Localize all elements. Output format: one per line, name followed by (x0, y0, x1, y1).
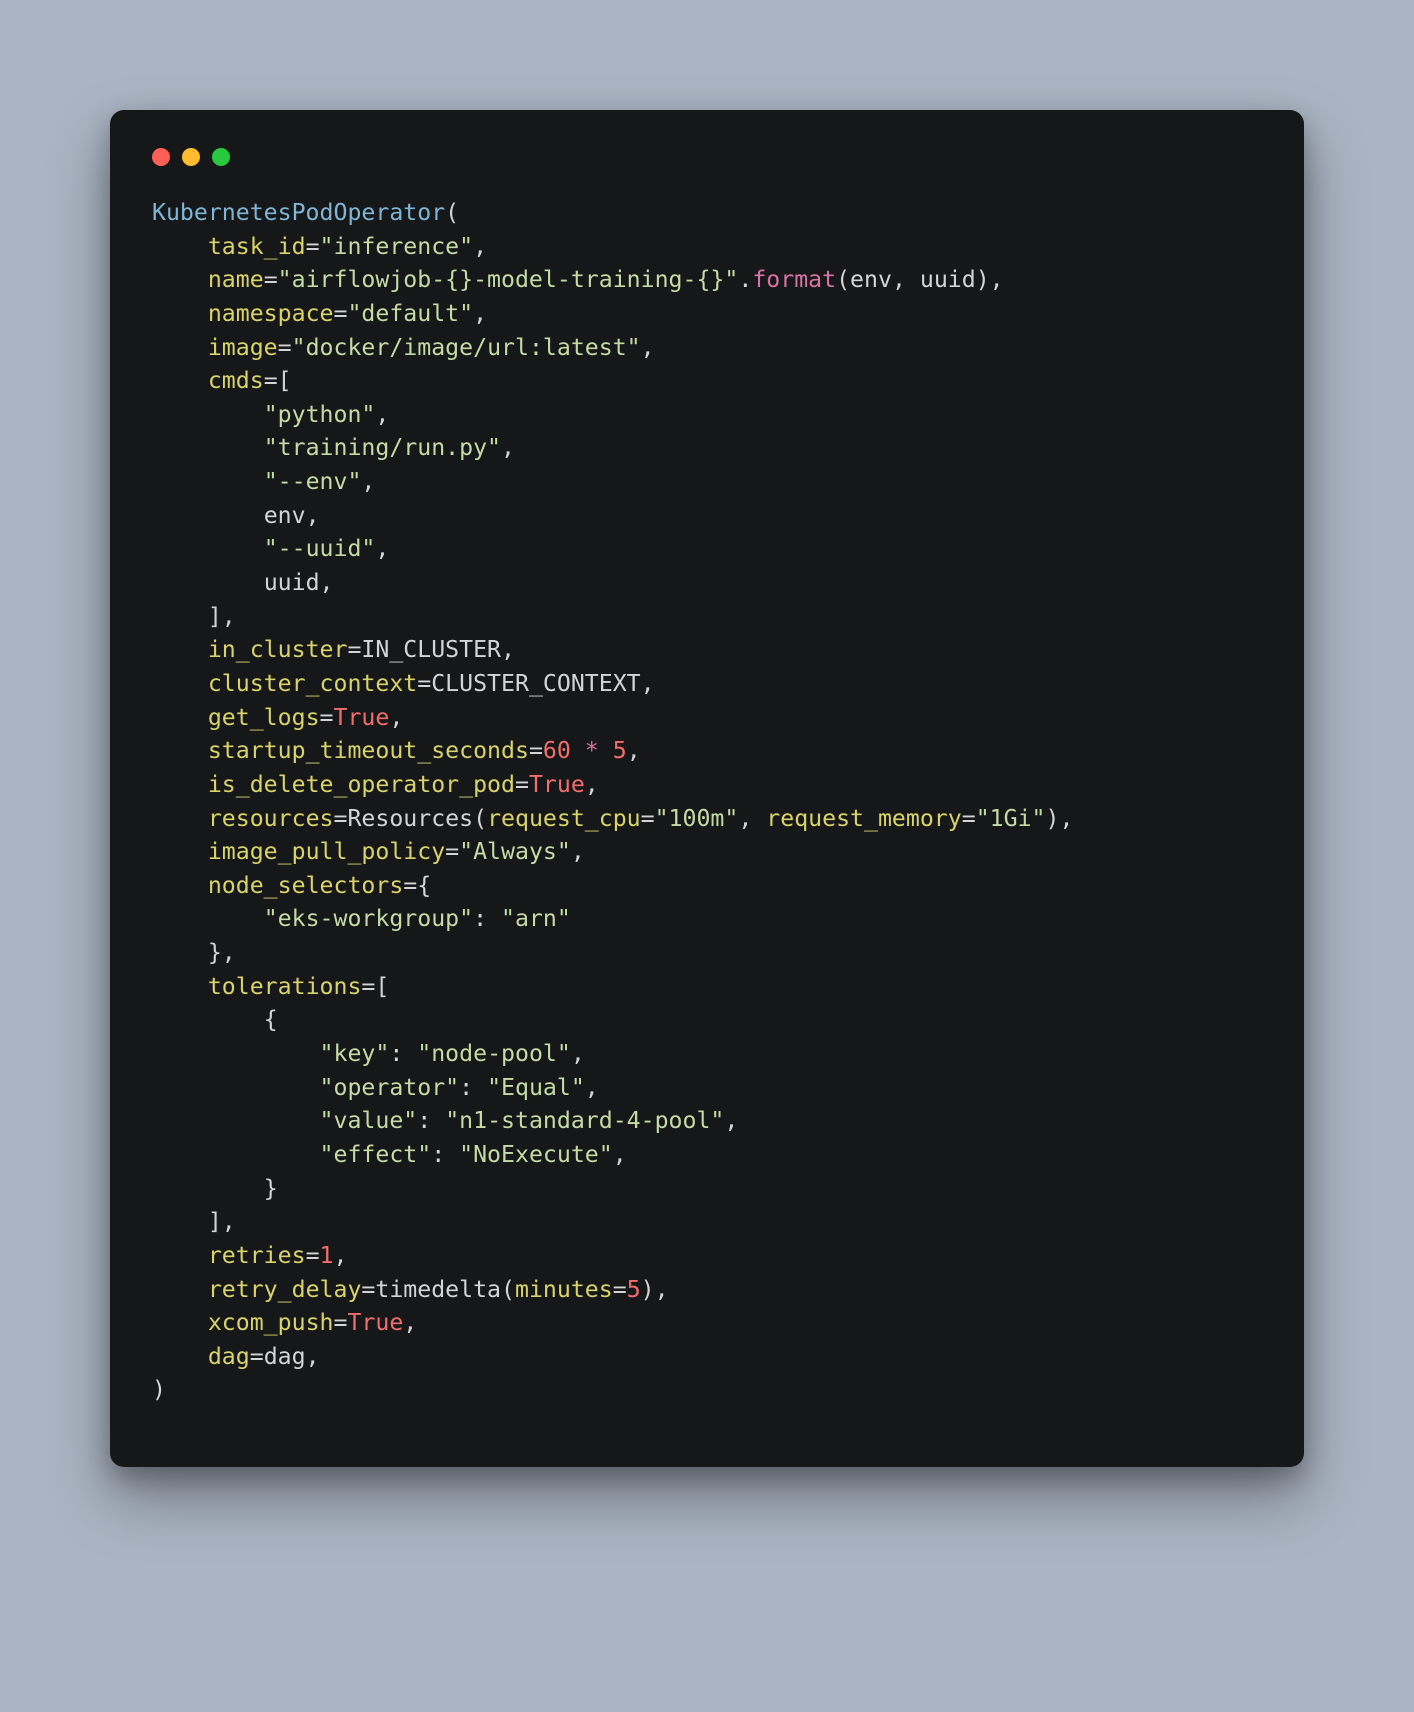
dict-val: "arn" (501, 905, 571, 932)
param-value: IN_CLUSTER (361, 636, 501, 663)
window-close-button[interactable] (152, 148, 170, 166)
dict-key: "value" (320, 1107, 418, 1134)
param-key: image_pull_policy (208, 838, 445, 865)
param-key: cmds (208, 367, 264, 394)
param-key: startup_timeout_seconds (208, 737, 529, 764)
traffic-lights (152, 148, 1262, 166)
param-key: is_delete_operator_pod (208, 771, 515, 798)
code-window: KubernetesPodOperator( task_id="inferenc… (110, 110, 1304, 1467)
param-key: retries (208, 1242, 306, 1269)
list-item: env (264, 502, 306, 529)
param-value: dag (264, 1343, 306, 1370)
string-template: "airflowjob-{}-model-training-{}" (278, 266, 739, 293)
num: 60 (543, 737, 571, 764)
arg: uuid (920, 266, 976, 293)
param-key: xcom_push (208, 1309, 334, 1336)
param-key: get_logs (208, 704, 320, 731)
param-value: "Always" (459, 838, 571, 865)
param-value: True (529, 771, 585, 798)
dict-val: "node-pool" (417, 1040, 571, 1067)
kwarg-val: "1Gi" (976, 805, 1046, 832)
kwarg-key: request_memory (766, 805, 961, 832)
window-minimize-button[interactable] (182, 148, 200, 166)
code-block: KubernetesPodOperator( task_id="inferenc… (152, 196, 1262, 1407)
kwarg-val: "100m" (655, 805, 739, 832)
class-name: KubernetesPodOperator (152, 199, 445, 226)
dict-val: "n1-standard-4-pool" (445, 1107, 724, 1134)
param-key: name (208, 266, 264, 293)
method-name: format (752, 266, 836, 293)
param-key: resources (208, 805, 334, 832)
param-key: task_id (208, 233, 306, 260)
list-item: uuid (264, 569, 320, 596)
list-item: "--env" (264, 468, 362, 495)
num: 5 (613, 737, 627, 764)
kwarg-key: request_cpu (487, 805, 641, 832)
list-item: "python" (264, 401, 376, 428)
dict-val: "Equal" (487, 1074, 585, 1101)
dict-val: "NoExecute" (459, 1141, 613, 1168)
param-value: CLUSTER_CONTEXT (431, 670, 640, 697)
dict-key: "key" (320, 1040, 390, 1067)
kwarg-key: minutes (515, 1276, 613, 1303)
param-key: retry_delay (208, 1276, 362, 1303)
param-value: True (347, 1309, 403, 1336)
param-key: node_selectors (208, 872, 403, 899)
callee: timedelta (375, 1276, 501, 1303)
param-key: tolerations (208, 973, 362, 1000)
list-item: "training/run.py" (264, 434, 501, 461)
param-value: "docker/image/url:latest" (292, 334, 641, 361)
window-zoom-button[interactable] (212, 148, 230, 166)
param-value: "default" (347, 300, 473, 327)
param-key: dag (208, 1343, 250, 1370)
dict-key: "effect" (320, 1141, 432, 1168)
param-value: True (334, 704, 390, 731)
param-value: 1 (320, 1242, 334, 1269)
list-item: "--uuid" (264, 535, 376, 562)
operator: * (585, 737, 599, 764)
param-key: namespace (208, 300, 334, 327)
dict-key: "eks-workgroup" (264, 905, 473, 932)
param-key: image (208, 334, 278, 361)
param-value: "inference" (320, 233, 474, 260)
kwarg-val: 5 (627, 1276, 641, 1303)
dict-key: "operator" (320, 1074, 460, 1101)
arg: env (850, 266, 892, 293)
callee: Resources (347, 805, 473, 832)
param-key: in_cluster (208, 636, 348, 663)
param-key: cluster_context (208, 670, 417, 697)
